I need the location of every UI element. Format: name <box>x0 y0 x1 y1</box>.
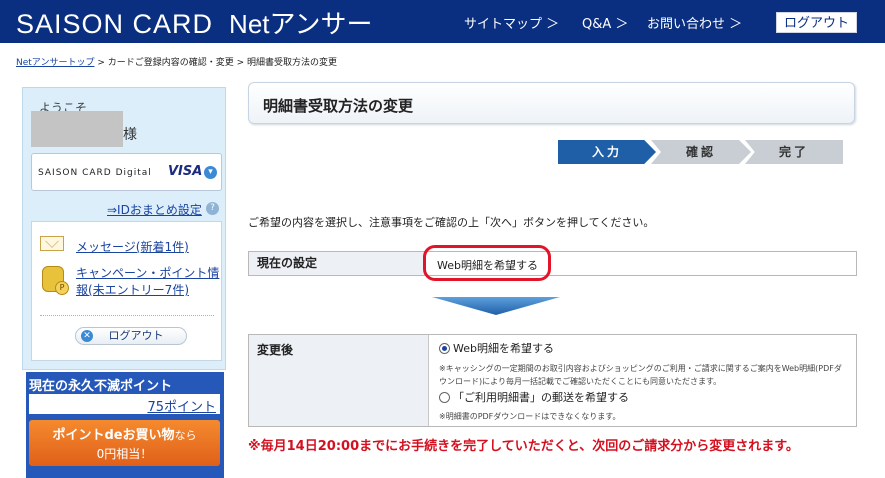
points-coin-icon <box>42 266 69 295</box>
option-paper-statement-label: 「ご利用明細書」の郵送を希望する <box>453 391 629 404</box>
current-setting-label: 現在の設定 <box>249 252 425 275</box>
nav-qa-link[interactable]: Q&A ＞ <box>582 13 628 32</box>
option-web-statement-label: Web明細を希望する <box>453 342 554 355</box>
points-value-box: 75ポイント <box>29 394 220 415</box>
option-web-statement[interactable]: Web明細を希望する <box>439 340 554 356</box>
card-selector[interactable]: SAISON CARD Digital VISA ▾ <box>31 153 222 191</box>
step-confirm: 確認 <box>651 140 751 164</box>
arrow-down-icon <box>432 297 560 315</box>
breadcrumb-home-link[interactable]: Netアンサートップ <box>16 58 94 68</box>
help-icon[interactable]: ? <box>206 202 219 215</box>
honorific: 様 <box>123 127 137 143</box>
new-setting-label: 変更後 <box>249 335 429 426</box>
shop-subtitle: 0円相当！ <box>96 447 153 461</box>
divider <box>40 315 214 316</box>
points-panel: 現在の永久不滅ポイント 75ポイント ポイントdeお買い物なら 0円相当！ <box>26 372 224 478</box>
shop-title: ポイントdeお買い物なら <box>29 424 220 443</box>
chevron-down-icon[interactable]: ▾ <box>204 166 217 179</box>
logo-sub: Netアンサー <box>229 9 373 39</box>
sidebar-logout-label: ログアウト <box>108 329 164 342</box>
deadline-warning: ※毎月14日20:00までにお手続きを完了していただくと、次回のご請求分から変更… <box>248 439 799 454</box>
shop-title-main: ポイントdeお買い物 <box>52 428 175 443</box>
option-paper-statement[interactable]: 「ご利用明細書」の郵送を希望する <box>439 389 629 405</box>
radio-paper-statement[interactable] <box>439 392 450 403</box>
step-input: 入力 <box>558 140 656 164</box>
messages-link[interactable]: メッセージ(新着1件) <box>76 238 189 255</box>
user-name-mask <box>31 111 123 147</box>
mail-icon <box>40 236 64 251</box>
card-name: SAISON CARD Digital <box>38 168 152 178</box>
points-value-link[interactable]: 75ポイント <box>147 396 216 415</box>
step-complete: 完了 <box>745 140 843 164</box>
logo-text: SAISON CARD <box>16 9 214 39</box>
site-header: SAISON CARD Netアンサー サイトマップ ＞ Q&A ＞ お問い合わせ… <box>0 0 885 43</box>
breadcrumb-rest: > カードご登録内容の確認・変更 > 明細書受取方法の変更 <box>94 58 337 68</box>
nav-sitemap-link[interactable]: サイトマップ ＞ <box>464 13 559 32</box>
header-logout-button[interactable]: ログアウト <box>776 12 857 33</box>
sidebar: ようこそ 様 SAISON CARD Digital VISA ▾ ⇒IDおまと… <box>22 87 226 370</box>
logo[interactable]: SAISON CARD Netアンサー <box>16 4 372 41</box>
close-icon: ✕ <box>81 330 93 342</box>
shop-title-small: なら <box>174 429 197 442</box>
nav-contact-link[interactable]: お問い合わせ ＞ <box>647 13 742 32</box>
option-paper-statement-note: ※明細書のPDFダウンロードはできなくなります。 <box>439 412 621 421</box>
point-shopping-button[interactable]: ポイントdeお買い物なら 0円相当！ <box>29 420 220 466</box>
breadcrumb: Netアンサートップ > カードご登録内容の確認・変更 > 明細書受取方法の変更 <box>16 55 337 68</box>
highlight-annotation <box>423 245 551 281</box>
visa-logo-icon: VISA <box>168 164 203 179</box>
campaign-link[interactable]: キャンペーン・ポイント情報(未エントリー7件) <box>76 265 221 299</box>
option-web-statement-note: ※キャッシングの一定期間のお取引内容およびショッピングのご利用・ご請求に関するご… <box>439 364 842 386</box>
points-title: 現在の永久不滅ポイント <box>29 379 173 394</box>
new-setting-row: 変更後 Web明細を希望する ※キャッシングの一定期間のお取引内容およびショッピ… <box>248 334 857 427</box>
page-title-box: 明細書受取方法の変更 <box>248 82 855 124</box>
sidebar-menu: メッセージ(新着1件) キャンペーン・ポイント情報(未エントリー7件) ✕ ログ… <box>31 221 222 361</box>
radio-web-statement[interactable] <box>439 343 450 354</box>
page-title: 明細書受取方法の変更 <box>263 97 414 115</box>
current-setting-row: 現在の設定 Web明細を希望する <box>248 251 857 276</box>
sidebar-logout-button[interactable]: ✕ ログアウト <box>75 327 187 345</box>
instruction-text: ご希望の内容を選択し、注意事項をご確認の上「次へ」ボタンを押してください。 <box>248 216 655 229</box>
id-settings-link[interactable]: ⇒IDおまとめ設定 <box>107 201 202 218</box>
